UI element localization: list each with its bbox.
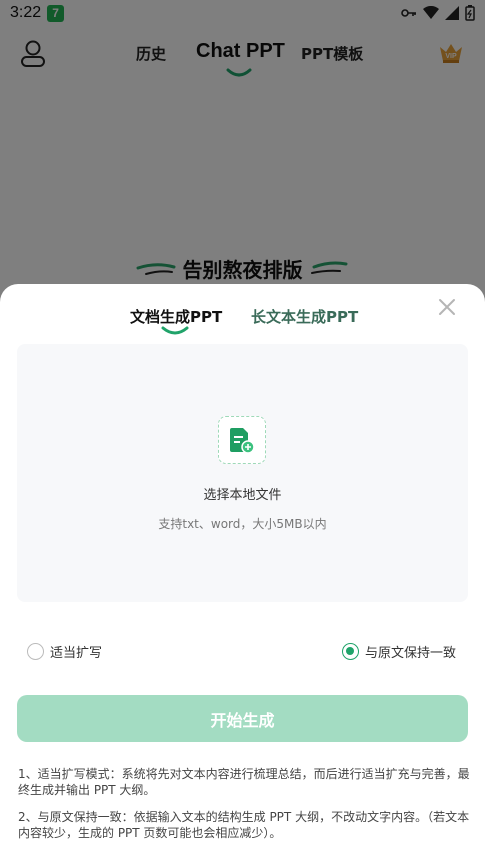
upload-title: 选择本地文件 [203,488,282,503]
option-expand[interactable]: 适当扩写 [27,642,102,661]
file-upload-area[interactable]: 选择本地文件 支持txt、word，大小5MB以内 [17,344,468,602]
tab-long-text-to-ppt[interactable]: 长文本生成PPT [251,306,358,327]
option-expand-label: 适当扩写 [50,646,103,661]
upload-hint: 支持txt、word，大小5MB以内 [158,517,327,531]
note-keep-original-mode: 2、与原文保持一致：依据输入文本的结构生成 PPT 大纲，不改动文字内容。（若文… [18,810,470,840]
upload-file-button[interactable] [218,416,266,464]
upload-sheet: 文档生成PPT 长文本生成PPT 选择本地文件 支持txt、word，大小5MB… [0,284,485,862]
note-expand-mode: 1、适当扩写模式：系统将先对文本内容进行梳理总结，而后进行适当扩充与完善，最终生… [18,767,470,797]
tab-doc-to-ppt[interactable]: 文档生成PPT [130,306,222,327]
option-keep-original[interactable]: 与原文保持一致 [342,642,456,661]
start-generate-button[interactable]: 开始生成 [17,695,468,742]
close-icon[interactable] [436,296,458,318]
tab-active-indicator [161,326,189,335]
radio-expand[interactable] [27,643,44,660]
document-add-icon [230,428,255,454]
radio-keep-original[interactable] [342,643,359,660]
option-keep-original-label: 与原文保持一致 [365,646,457,661]
